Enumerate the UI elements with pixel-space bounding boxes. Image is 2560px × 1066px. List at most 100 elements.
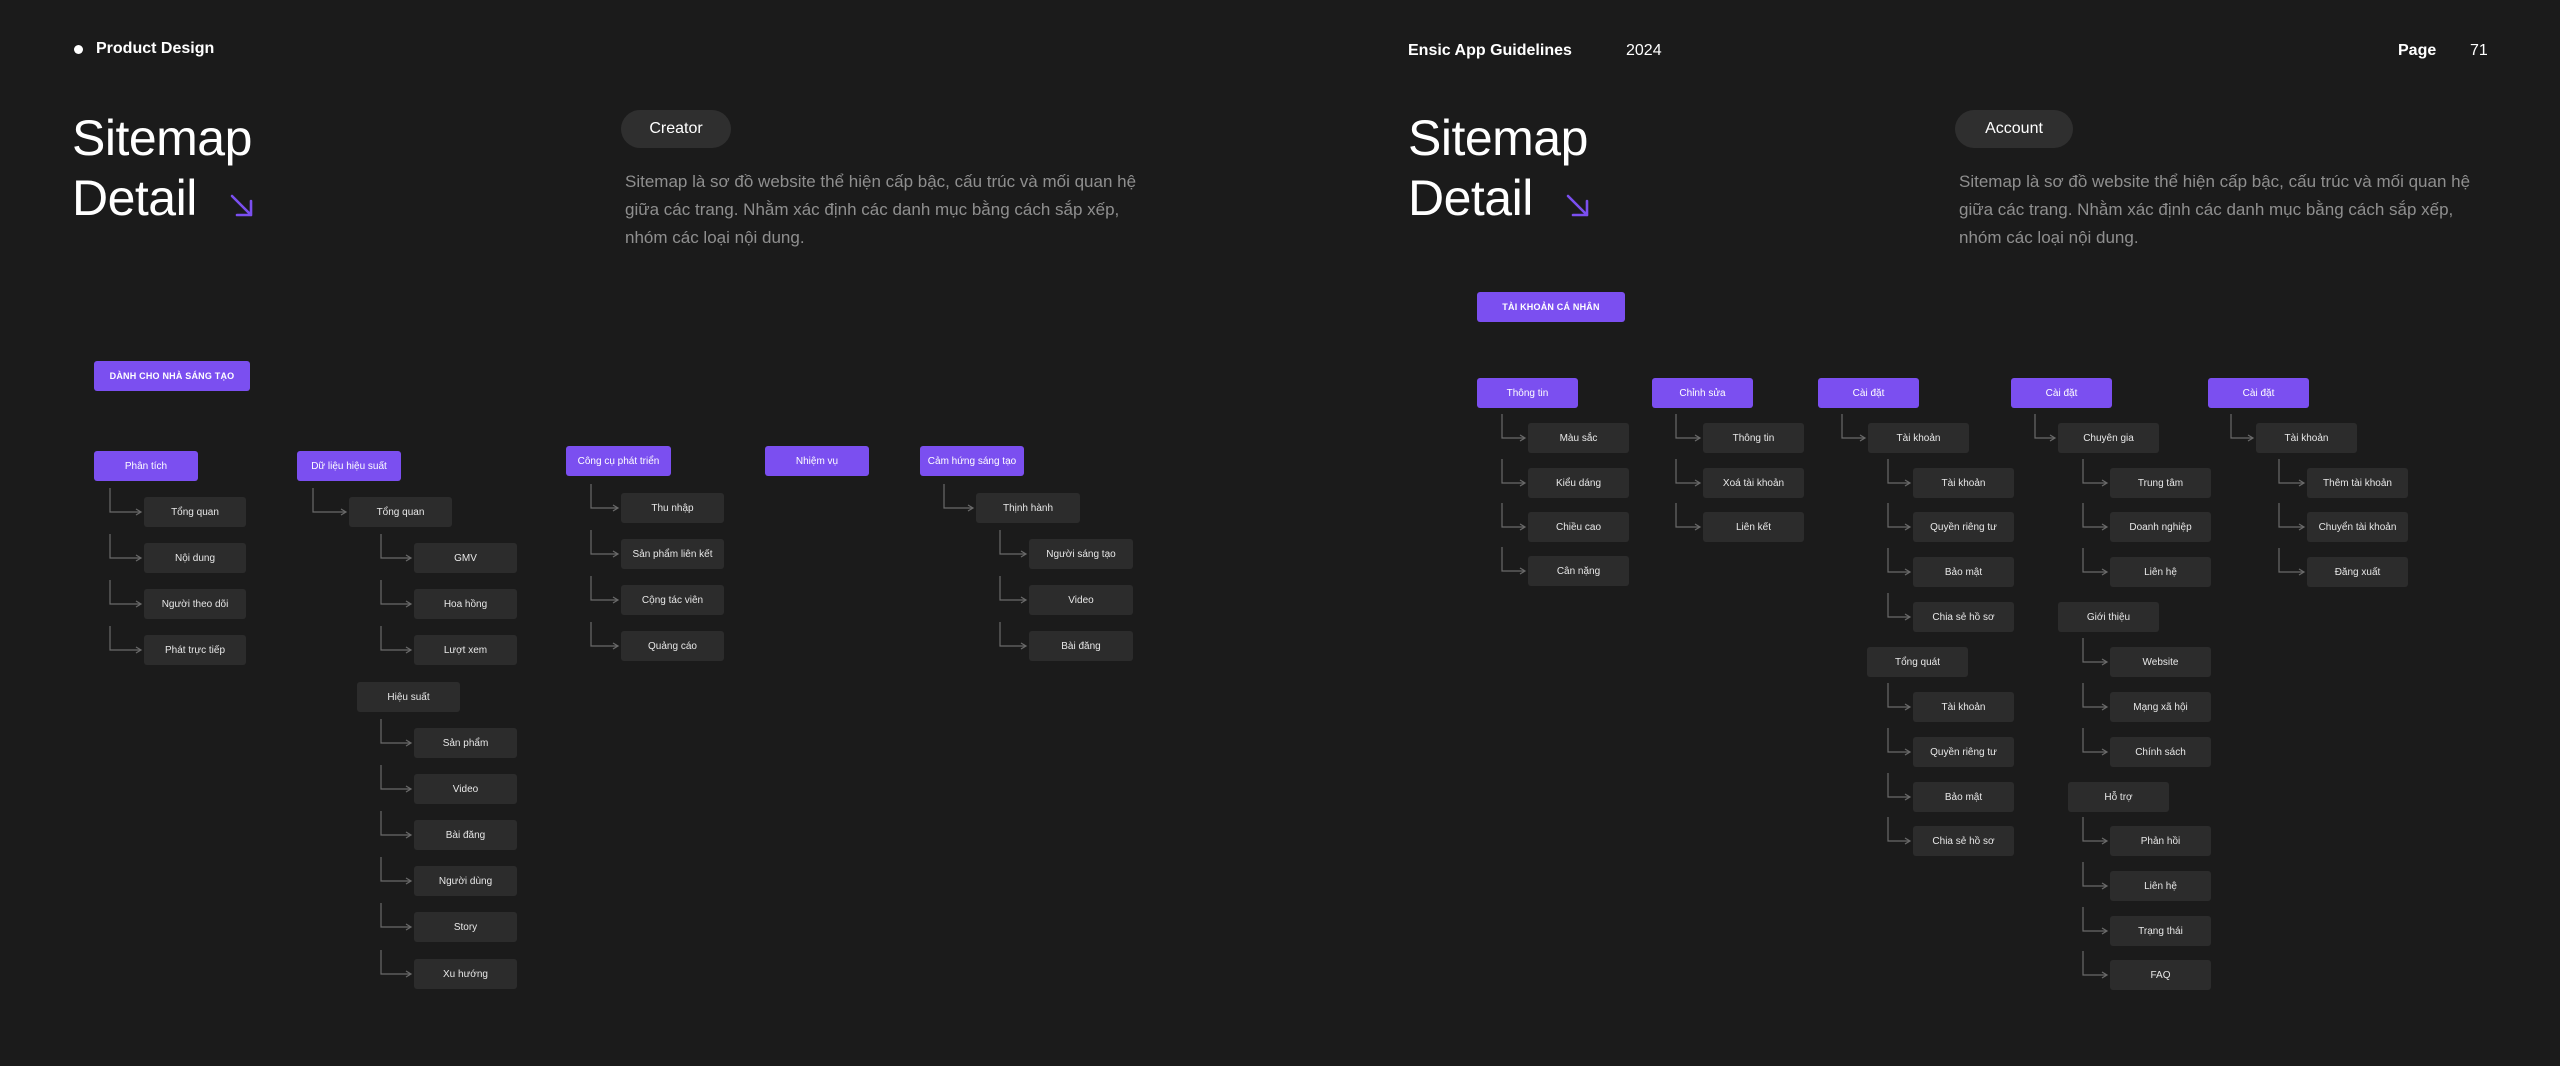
tree-leaf: Màu sắc <box>1528 423 1629 453</box>
connector-line <box>1887 459 1909 484</box>
connector-arrowhead <box>405 554 413 562</box>
tree-section: Dữ liệu hiệu suất <box>297 451 401 481</box>
connector-line <box>1887 728 1909 753</box>
title-word: Detail <box>1408 170 1533 226</box>
connector-arrowhead <box>2101 927 2109 935</box>
tree-leaf: Người theo dõi <box>144 589 246 619</box>
tree-root: TÀI KHOẢN CÁ NHÂN <box>1477 292 1625 322</box>
connector-arrowhead <box>1694 434 1702 442</box>
connector-arrowhead <box>2101 479 2109 487</box>
tree-group: Tài khoản <box>1868 423 1969 453</box>
tree-leaf: Quyền riêng tư <box>1913 737 2014 767</box>
tree-leaf: Trạng thái <box>2110 916 2211 946</box>
tree-group: Tài khoản <box>2256 423 2357 453</box>
connector-arrowhead <box>2298 568 2306 576</box>
connector-arrowhead <box>2101 568 2109 576</box>
tree-leaf: Người dùng <box>414 866 517 896</box>
tree-leaf: Liên hệ <box>2110 871 2211 901</box>
tree-leaf: Bảo mật <box>1913 782 2014 812</box>
title-line-2: Detail <box>1408 168 1593 228</box>
tree-group: Giới thiệu <box>2058 602 2159 632</box>
connector-arrowhead <box>612 504 620 512</box>
connector-line <box>1501 414 1524 439</box>
connector-line <box>2278 459 2303 484</box>
connector-arrowhead <box>405 646 413 654</box>
connector-arrowhead <box>135 508 143 516</box>
connector-arrowhead <box>405 739 413 747</box>
connector-arrowhead <box>2298 479 2306 487</box>
connector-arrowhead <box>405 600 413 608</box>
connector-arrowhead <box>1519 523 1527 531</box>
connector-arrowhead <box>612 550 620 558</box>
tree-leaf: Thu nhập <box>621 493 724 523</box>
connector-arrowhead <box>405 785 413 793</box>
bullet-dot-icon <box>74 45 83 54</box>
connector-line <box>999 622 1025 647</box>
connector-arrowhead <box>1859 434 1867 442</box>
tree-leaf: Hoa hồng <box>414 589 517 619</box>
page-label: Page <box>2398 42 2437 59</box>
connector-line <box>1887 503 1909 528</box>
connector-line <box>2082 459 2106 484</box>
connector-arrowhead <box>135 646 143 654</box>
connector-line <box>2034 414 2054 439</box>
connector-arrowhead <box>1904 568 1912 576</box>
tree-leaf: Sản phẩm liên kết <box>621 539 724 569</box>
tree-leaf: Trung tâm <box>2110 468 2211 498</box>
tree-leaf: Video <box>1029 585 1133 615</box>
tree-group: Hiệu suất <box>357 682 460 712</box>
tree-section: Cài đặt <box>2011 378 2112 408</box>
section-label: Product Design <box>96 40 215 57</box>
connector-line <box>1887 773 1909 798</box>
tree-group: Thịnh hành <box>976 493 1080 523</box>
connector-line <box>2278 548 2303 573</box>
connector-line <box>1675 503 1699 528</box>
connector-line <box>2082 683 2106 708</box>
connector-arrowhead <box>135 600 143 608</box>
connector-line <box>1841 414 1864 439</box>
tree-leaf: Chiều cao <box>1528 512 1629 542</box>
tree-leaf: Thông tin <box>1703 423 1804 453</box>
tree-leaf: Chuyển tài khoản <box>2307 512 2408 542</box>
connector-line <box>2278 503 2303 528</box>
tree-leaf: Liên hệ <box>2110 557 2211 587</box>
connector-line <box>1501 547 1524 572</box>
connector-arrowhead <box>1519 434 1527 442</box>
connector-arrowhead <box>1904 613 1912 621</box>
tree-section: Công cụ phát triển <box>566 446 671 476</box>
connector-line <box>1501 459 1524 484</box>
tree-leaf: Bài đăng <box>414 820 517 850</box>
connector-line <box>380 811 410 836</box>
tree-leaf: Bảo mật <box>1913 557 2014 587</box>
tree-section: Nhiệm vụ <box>765 446 869 476</box>
page-title-right: Sitemap Detail <box>1408 108 1593 228</box>
connector-line <box>2082 817 2106 842</box>
connector-line <box>1887 817 1909 842</box>
connector-line <box>2082 503 2106 528</box>
connector-line <box>380 534 410 559</box>
connector-arrowhead <box>1904 703 1912 711</box>
connector-line <box>1675 414 1699 439</box>
arrow-down-right-icon <box>230 194 253 217</box>
connector-arrowhead <box>2298 523 2306 531</box>
connector-arrowhead <box>2049 434 2057 442</box>
connector-line <box>380 719 410 744</box>
title-line-1: Sitemap <box>72 110 252 166</box>
connector-arrowhead <box>2101 837 2109 845</box>
connector-arrowhead <box>2247 434 2255 442</box>
tree-section: Cài đặt <box>2208 378 2309 408</box>
connector-arrowhead <box>1904 837 1912 845</box>
tree-leaf: Thêm tài khoản <box>2307 468 2408 498</box>
title-line-2: Detail <box>72 168 257 228</box>
connector-line <box>1887 593 1909 618</box>
connector-arrowhead <box>405 970 413 978</box>
connector-arrowhead <box>612 642 620 650</box>
arrow-down-right-icon <box>1566 194 1589 217</box>
tree-leaf: Cân nặng <box>1528 556 1629 586</box>
connector-line <box>109 534 140 559</box>
tree-leaf: Phát trực tiếp <box>144 635 246 665</box>
connector-line <box>380 950 410 975</box>
category-pill-account: Account <box>1955 110 2073 148</box>
page-number: 71 <box>2470 42 2488 59</box>
connector-line <box>943 484 972 509</box>
